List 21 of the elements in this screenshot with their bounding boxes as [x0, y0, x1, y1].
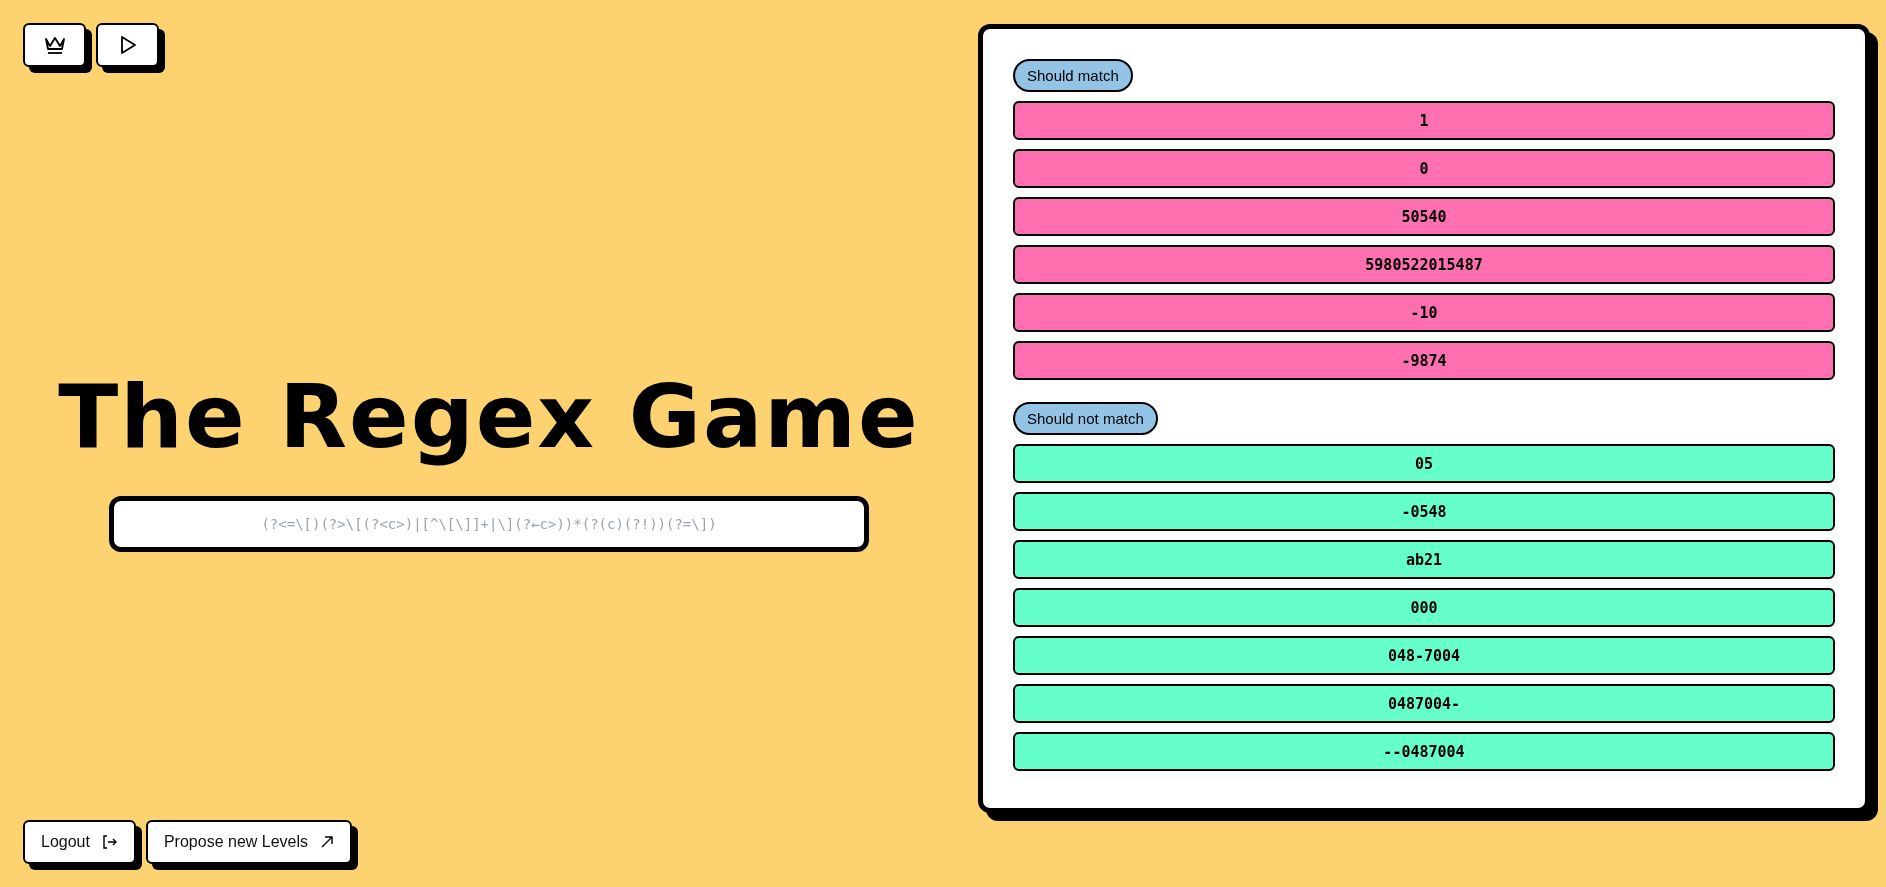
group-label: Should match [1013, 59, 1133, 92]
game-title: The Regex Game [58, 365, 920, 468]
play-icon [118, 35, 137, 55]
arrow-up-right-icon [320, 835, 335, 849]
test-string: --0487004 [1013, 732, 1835, 771]
regex-input-field[interactable]: (?<=\[)(?>\[(?<c>)|[^\[\]]+|\](?←c>))*(?(c)(?!))(?=\]) [109, 496, 869, 552]
test-string: 5980522015487 [1013, 245, 1835, 284]
test-string: ab21 [1013, 540, 1835, 579]
test-string: 0 [1013, 149, 1835, 188]
logout-icon [101, 834, 118, 850]
test-string: -9874 [1013, 341, 1835, 380]
test-string: 000 [1013, 588, 1835, 627]
test-string: -0548 [1013, 492, 1835, 531]
test-string: 1 [1013, 101, 1835, 140]
test-string: 50540 [1013, 197, 1835, 236]
test-string: 048-7004 [1013, 636, 1835, 675]
test-string: 0487004- [1013, 684, 1835, 723]
group-label: Should not match [1013, 402, 1158, 435]
test-string: 05 [1013, 444, 1835, 483]
test-string: -10 [1013, 293, 1835, 332]
crown-icon [43, 35, 66, 55]
